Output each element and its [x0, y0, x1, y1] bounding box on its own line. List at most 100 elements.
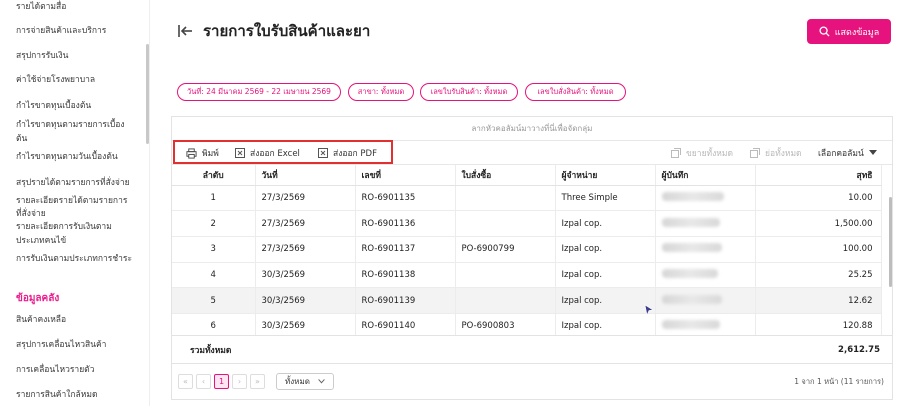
table-row-hovered[interactable]: 5 30/3/2569 RO-6901139 Izpal cop. 12.62 — [172, 287, 882, 314]
table-row[interactable]: 1 27/3/2569 RO-6901135 Three Simple 10.0… — [172, 185, 882, 212]
blurred-name — [661, 268, 718, 278]
sidebar-item[interactable]: การเคลื่อนไหวรายตัว — [16, 365, 94, 376]
collapse-all-label: ย่อทั้งหมด — [765, 149, 802, 159]
group-panel[interactable]: ลากหัวคอลัมน์มาวางที่นี่เพื่อจัดกลุ่ม — [172, 117, 892, 141]
sidebar-item[interactable]: การรับเงินตามประเภทการชำระ — [16, 254, 132, 265]
cell-po: PO-6900799 — [455, 236, 556, 263]
cell-net: 10.00 — [755, 185, 882, 212]
sidebar-item[interactable]: รายการสินค้าใกล้หมด — [16, 390, 98, 401]
cell-po — [455, 287, 556, 314]
show-data-label: แสดงข้อมูล — [834, 27, 880, 38]
sidebar-item[interactable]: สรุปรายได้ตามรายการที่สั่งจ่าย — [16, 178, 130, 189]
cell-no: 1 — [172, 185, 256, 212]
filter-chip-date[interactable]: วันที่: 24 มีนาคม 2569 - 22 เมษายน 2569 — [177, 83, 341, 101]
table-row[interactable]: 6 30/3/2569 RO-6901140 PO-6900803 Izpal … — [172, 313, 882, 335]
data-grid: ลากหัวคอลัมน์มาวางที่นี่เพื่อจัดกลุ่ม พิ… — [171, 116, 893, 400]
sidebar-item[interactable]: ประเภทคนไข้ — [16, 236, 66, 247]
page-size-select[interactable]: ทั้งหมด — [276, 373, 334, 390]
sidebar-item[interactable]: กำไรขาดทุนตามรายการเบื้อง — [16, 120, 125, 131]
sidebar-item[interactable]: กำไรขาดทุนตามวันเบื้องต้น — [16, 152, 118, 163]
cell-net: 120.88 — [755, 313, 882, 335]
sidebar-item[interactable]: รายละเอียดรายได้ตามรายการ — [16, 196, 127, 207]
col-header-po[interactable]: ใบสั่งซื้อ — [455, 165, 556, 186]
choose-columns-button[interactable]: เลือกคอลัมน์ — [818, 146, 877, 160]
expand-icon — [671, 148, 681, 158]
col-header-date[interactable]: วันที่ — [255, 165, 356, 186]
sidebar: รายได้ตามสื่อ การจ่ายสินค้าและบริการ สรุ… — [0, 0, 150, 406]
total-row: รวมทั้งหมด 2,612.75 — [172, 335, 892, 363]
cell-doc-no: RO-6901139 — [355, 287, 456, 314]
sidebar-item[interactable]: สรุปการรับเงิน — [16, 51, 68, 62]
sidebar-item[interactable]: สรุปการเคลื่อนไหวสินค้า — [16, 340, 106, 351]
collapse-all-button[interactable]: ย่อทั้งหมด — [750, 146, 802, 160]
cell-doc-no: RO-6901135 — [355, 185, 456, 212]
filter-chip-order-no[interactable]: เลขใบสั่งสินค้า: ทั้งหมด — [525, 83, 626, 101]
cell-date: 27/3/2569 — [255, 185, 356, 212]
back-arrow-icon[interactable] — [176, 22, 194, 40]
cell-vendor: Izpal cop. — [555, 210, 656, 237]
sidebar-item[interactable]: ที่สั่งจ่าย — [16, 209, 46, 220]
cell-doc-no: RO-6901138 — [355, 262, 456, 289]
page-1-button[interactable]: 1 — [214, 374, 229, 389]
pager: « ‹ 1 › » ทั้งหมด 1 จาก 1 หน้า (11 รายกา… — [172, 363, 892, 399]
table-scrollbar[interactable] — [889, 197, 892, 287]
choose-columns-label: เลือกคอลัมน์ — [818, 149, 864, 159]
blurred-name — [661, 243, 722, 253]
sidebar-item[interactable]: ค่าใช้จ่ายโรงพยาบาล — [16, 75, 95, 86]
pdf-file-icon — [318, 148, 328, 158]
cell-recorder — [655, 236, 756, 263]
table-row[interactable]: 4 30/3/2569 RO-6901138 Izpal cop. 25.25 — [172, 262, 882, 289]
cell-po: PO-6900803 — [455, 313, 556, 335]
export-pdf-button[interactable]: ส่งออก PDF — [318, 146, 377, 160]
cell-recorder — [655, 287, 756, 314]
col-header-vendor[interactable]: ผู้จำหน่าย — [555, 165, 656, 186]
cell-vendor: Izpal cop. — [555, 262, 656, 289]
sidebar-item[interactable]: การจ่ายสินค้าและบริการ — [16, 26, 106, 37]
col-header-doc-no[interactable]: เลขที่ — [355, 165, 456, 186]
cell-no: 4 — [172, 262, 256, 289]
filter-chip-receipt-no[interactable]: เลขใบรับสินค้า: ทั้งหมด — [420, 83, 518, 101]
blurred-name — [661, 217, 720, 227]
sidebar-item[interactable]: ต้น — [16, 134, 27, 145]
expand-all-button[interactable]: ขยายทั้งหมด — [671, 146, 733, 160]
col-header-net[interactable]: สุทธิ — [755, 165, 882, 186]
col-header-recorder[interactable]: ผู้บันทึก — [655, 165, 756, 186]
sidebar-item[interactable]: กำไรขาดทุนเบื้องต้น — [16, 101, 91, 112]
blurred-name — [661, 320, 720, 330]
app-root: รายได้ตามสื่อ การจ่ายสินค้าและบริการ สรุ… — [0, 0, 920, 406]
table-row[interactable]: 2 27/3/2569 RO-6901136 Izpal cop. 1,500.… — [172, 210, 882, 237]
sidebar-item[interactable]: รายละเอียดการรับเงินตาม — [16, 222, 112, 233]
print-label: พิมพ์ — [202, 149, 219, 159]
export-excel-button[interactable]: ส่งออก Excel — [235, 146, 300, 160]
col-header-no[interactable]: ลำดับ — [172, 165, 256, 186]
sidebar-scrollbar[interactable] — [146, 44, 149, 144]
cell-net: 12.62 — [755, 287, 882, 314]
prev-page-button[interactable]: ‹ — [196, 374, 211, 389]
sidebar-item[interactable]: สินค้าคงเหลือ — [16, 315, 66, 326]
page-title: รายการใบรับสินค้าและยา — [203, 22, 371, 40]
last-page-button[interactable]: » — [250, 374, 265, 389]
sidebar-item[interactable]: รายได้ตามสื่อ — [16, 2, 66, 13]
cell-recorder — [655, 210, 756, 237]
cell-recorder — [655, 185, 756, 212]
next-page-button[interactable]: › — [232, 374, 247, 389]
first-page-button[interactable]: « — [178, 374, 193, 389]
cell-po — [455, 210, 556, 237]
excel-file-icon — [235, 148, 245, 158]
cell-doc-no: RO-6901137 — [355, 236, 456, 263]
print-button[interactable]: พิมพ์ — [186, 146, 219, 160]
cell-net: 100.00 — [755, 236, 882, 263]
cell-vendor: Izpal cop. — [555, 236, 656, 263]
cell-no: 5 — [172, 287, 256, 314]
table-row[interactable]: 3 27/3/2569 RO-6901137 PO-6900799 Izpal … — [172, 236, 882, 263]
cell-po — [455, 262, 556, 289]
cell-no: 2 — [172, 210, 256, 237]
cell-po — [455, 185, 556, 212]
filter-chip-branch[interactable]: สาขา: ทั้งหมด — [348, 83, 414, 101]
search-icon — [819, 26, 830, 37]
blurred-name — [661, 294, 722, 304]
cell-date: 30/3/2569 — [255, 262, 356, 289]
cell-no: 6 — [172, 313, 256, 335]
cell-date: 30/3/2569 — [255, 287, 356, 314]
show-data-button[interactable]: แสดงข้อมูล — [807, 19, 891, 44]
